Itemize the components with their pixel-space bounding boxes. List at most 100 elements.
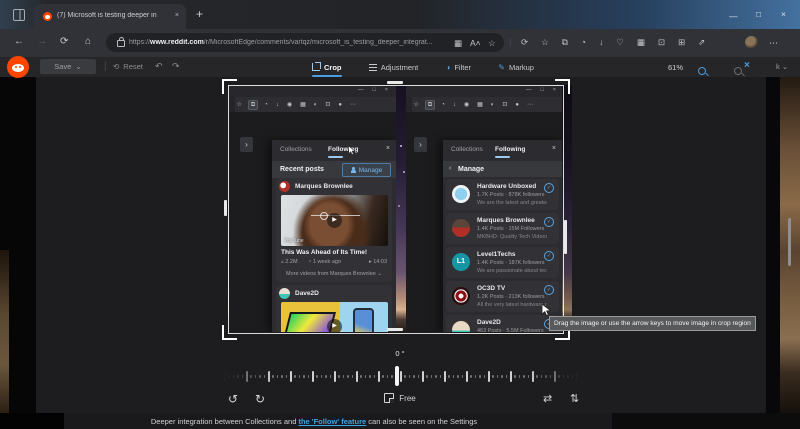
zoom-in-icon[interactable] — [698, 67, 706, 75]
ruler-tick — [528, 375, 530, 378]
tab-close-icon[interactable]: × — [175, 12, 179, 19]
share-icon[interactable]: ⇗ — [696, 36, 707, 49]
footer-segment — [0, 413, 64, 429]
person-icon — [351, 167, 356, 173]
rotation-indicator[interactable] — [395, 366, 399, 386]
flip-vertical-icon[interactable]: ⇅ — [570, 394, 579, 405]
apps-icon: ▦ — [299, 101, 308, 109]
page-scrollbar[interactable] — [788, 218, 791, 266]
forward-icon[interactable]: → — [37, 37, 47, 47]
read-aloud-icon[interactable]: A˄ — [468, 37, 483, 50]
minimize-icon[interactable]: — — [729, 12, 738, 21]
recent-posts-label: Recent posts — [280, 166, 324, 173]
tab-group-icon[interactable]: ⊞ — [676, 36, 687, 49]
collections-icon[interactable]: ⧉ — [560, 36, 570, 49]
ruler-tick — [514, 375, 516, 378]
video-title: This Was Ahead of Its Time! — [281, 249, 367, 256]
divider: | — [104, 61, 107, 72]
carousel-next-icon: › — [240, 137, 253, 152]
ruler-tick — [448, 375, 450, 378]
minimize-icon: — — [526, 88, 532, 94]
history-icon: ◔ — [263, 101, 270, 109]
tab-adjustment[interactable]: Adjustment — [369, 59, 419, 75]
rotate-left-icon[interactable]: ↺ — [228, 393, 238, 405]
save-button[interactable]: Save⌄ — [40, 59, 96, 74]
rotate-right-icon[interactable]: ↻ — [255, 393, 265, 405]
undo-icon[interactable]: ↶ — [155, 61, 163, 72]
new-tab-icon[interactable]: + — [196, 7, 203, 21]
home-icon[interactable]: ⌂ — [85, 37, 91, 47]
tooltip: Drag the image or use the arrow keys to … — [549, 316, 756, 331]
close-editor-icon[interactable]: × — [744, 60, 750, 71]
filter-icon: ◑ — [446, 63, 451, 72]
crop-handle-bottom[interactable] — [387, 328, 403, 331]
ruler-tick — [453, 375, 455, 378]
adjustment-label: Adjustment — [381, 63, 419, 72]
zoom-out-icon[interactable] — [734, 67, 742, 75]
ruler-tick — [457, 375, 459, 378]
crop-handle-left[interactable] — [224, 200, 227, 216]
crop-handle-bottom-left[interactable] — [222, 325, 237, 340]
crop-handle-top-right[interactable] — [555, 79, 570, 94]
browser-titlebar: (7) Microsoft is testing deeper in × + —… — [0, 0, 800, 29]
ruler-tick — [501, 375, 503, 378]
flip-horizontal-icon[interactable]: ⇄ — [543, 394, 552, 405]
tab-grid-icon[interactable]: ▦ — [452, 37, 464, 50]
mini-titlebar: —□× — [406, 85, 562, 97]
close-icon[interactable]: × — [781, 10, 786, 19]
more-menu-icon[interactable]: ⋯ — [769, 39, 778, 48]
image-editor-toolbar: Save⌄ | ⟲Reset ↶ ↷ Crop Adjustment ◑ Fil… — [0, 57, 800, 77]
back-icon[interactable]: ← — [14, 37, 24, 47]
profile-avatar[interactable] — [745, 36, 758, 49]
url-field[interactable]: https://www.reddit.com/r/MicrosoftEdge/c… — [106, 33, 504, 52]
close-icon: × — [385, 88, 388, 94]
ruler-tick — [277, 375, 279, 378]
crop-handle-top[interactable] — [387, 81, 403, 84]
browser-essentials-icon[interactable]: ♡ — [614, 36, 626, 49]
ruler-tick — [356, 371, 358, 382]
channel-avatar — [452, 219, 470, 237]
ruler-tick — [325, 375, 327, 378]
manage-label: Manage — [359, 167, 383, 174]
browser-tab[interactable]: (7) Microsoft is testing deeper in × — [34, 4, 186, 29]
channel-avatar — [452, 321, 470, 332]
video-card: Dave2D ▶ YouTube My Thoughts on M2 MacBo… — [276, 285, 392, 332]
play-icon: ▶ — [327, 319, 342, 332]
rotation-ruler[interactable] — [224, 368, 578, 386]
reset-button[interactable]: ⟲Reset — [113, 62, 143, 71]
screenshot-left-window: —□× ☆⧉◔↓◉▦◐⊡●⋯ › Collections Following ×… — [229, 85, 396, 332]
tab-markup[interactable]: ✎ Markup — [498, 59, 534, 75]
history-icon[interactable]: ◔ — [579, 36, 588, 49]
apps-icon[interactable]: ▦ — [635, 36, 647, 49]
ruler-tick — [492, 375, 494, 378]
tab-filter[interactable]: ◑ Filter — [446, 59, 472, 75]
crop-handle-top-left[interactable] — [222, 79, 237, 94]
aspect-ratio-button[interactable]: Free — [370, 393, 430, 403]
ruler-tick — [484, 375, 486, 378]
ruler-tick — [391, 375, 393, 378]
downloads-icon[interactable]: ↓ — [597, 36, 605, 49]
following-check-icon: ✓ — [544, 285, 554, 295]
favorites-icon[interactable]: ☆ — [539, 36, 551, 49]
footer-text: Deeper integration between Collections a… — [64, 417, 564, 426]
channel-avatar — [452, 287, 470, 305]
favorites-star-icon[interactable]: ☆ — [486, 37, 498, 50]
web-capture-icon: ⊡ — [324, 101, 332, 109]
web-capture-icon[interactable]: ⊡ — [656, 36, 667, 49]
redo-icon[interactable]: ↷ — [172, 61, 180, 72]
follow-feature-link[interactable]: the 'Follow' feature — [298, 417, 366, 426]
tab-crop[interactable]: Crop — [312, 59, 342, 75]
editor-mode-tabs: Crop Adjustment ◑ Filter ✎ Markup — [312, 59, 534, 75]
collections-icon: ⧉ — [248, 100, 257, 110]
sync-icon[interactable]: ⟳ — [519, 36, 530, 49]
web-capture-icon: ⊡ — [501, 101, 509, 109]
url-text: https://www.reddit.com/r/MicrosoftEdge/c… — [129, 39, 469, 46]
tab-actions-icon[interactable] — [13, 9, 25, 21]
browser-addressbar: ← → ⟳ ⌂ https://www.reddit.com/r/Microso… — [0, 29, 800, 58]
maximize-icon[interactable]: □ — [756, 10, 761, 19]
ruler-tick — [365, 375, 367, 378]
refresh-icon[interactable]: ⟳ — [60, 37, 68, 47]
favorites-icon: ☆ — [412, 101, 420, 109]
crop-handle-right[interactable] — [564, 220, 567, 254]
ruler-tick — [382, 375, 384, 378]
